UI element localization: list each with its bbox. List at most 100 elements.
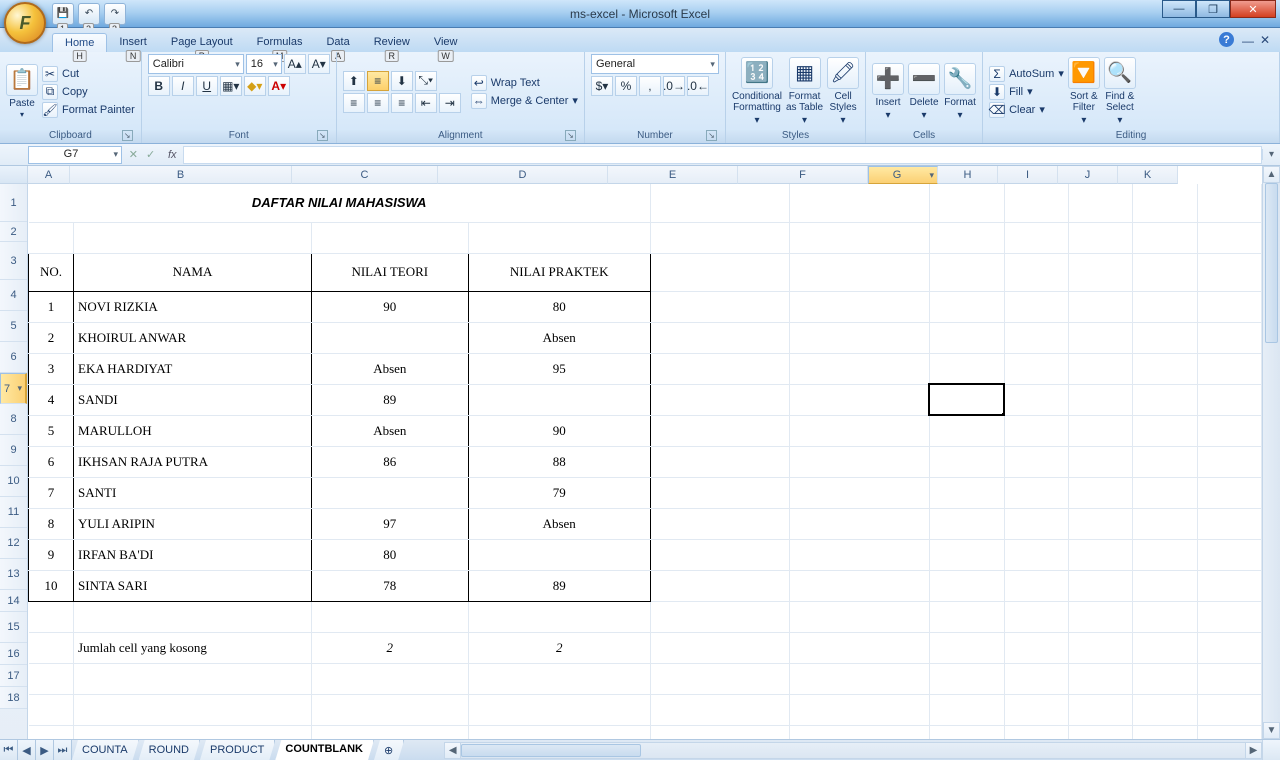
italic-button[interactable]: I [172,76,194,96]
cell[interactable] [650,601,789,632]
cell[interactable] [1068,570,1132,601]
cell[interactable] [312,694,469,725]
cell[interactable] [1197,291,1261,322]
cell[interactable]: 89 [312,384,469,415]
name-box[interactable]: G7 [28,146,122,164]
vscroll-thumb[interactable] [1265,183,1278,343]
cell[interactable]: NILAI TEORI [312,253,469,291]
new-sheet-button[interactable]: ⊕ [374,740,404,760]
cell[interactable] [790,601,929,632]
row-header-4[interactable]: 4 [0,280,27,311]
cell[interactable] [929,384,1004,415]
format-painter-button[interactable]: 🖌Format Painter [42,102,135,118]
row-header-15[interactable]: 15 [0,612,27,643]
cell[interactable] [74,694,312,725]
cell[interactable] [1133,184,1197,222]
align-middle-button[interactable]: ≡ [367,71,389,91]
cell[interactable] [29,222,74,253]
cell[interactable]: 90 [312,291,469,322]
cell[interactable]: SANDI [74,384,312,415]
cell[interactable] [929,508,1004,539]
cell[interactable] [1004,508,1068,539]
column-header-D[interactable]: D [438,166,608,184]
cell[interactable] [929,291,1004,322]
cell[interactable] [650,222,789,253]
cell[interactable] [790,415,929,446]
row-header-17[interactable]: 17 [0,665,27,687]
cell[interactable] [929,184,1004,222]
cell[interactable] [1068,446,1132,477]
tab-page-layout[interactable]: Page LayoutP [159,33,245,52]
cell[interactable] [1197,253,1261,291]
cell[interactable]: SANTI [74,477,312,508]
fill-button[interactable]: ⬇Fill ▾ [989,84,1064,100]
cell[interactable]: KHOIRUL ANWAR [74,322,312,353]
cell[interactable]: 1 [29,291,74,322]
cell[interactable] [1197,508,1261,539]
tab-home[interactable]: HomeH [52,33,107,52]
sheet-tab-counta[interactable]: COUNTA [72,740,139,760]
cell[interactable]: 7 [29,477,74,508]
formula-input[interactable] [183,146,1262,164]
bold-button[interactable]: B [148,76,170,96]
cell[interactable] [929,322,1004,353]
align-center-button[interactable]: ≡ [367,93,389,113]
cell[interactable] [1133,539,1197,570]
insert-cells-button[interactable]: ➕Insert▾ [872,63,904,121]
cell[interactable]: 4 [29,384,74,415]
cell[interactable] [790,446,929,477]
office-button[interactable]: F [4,2,46,44]
cell[interactable] [1068,322,1132,353]
row-header-12[interactable]: 12 [0,528,27,559]
cell[interactable] [1133,291,1197,322]
column-header-B[interactable]: B [70,166,292,184]
cell[interactable]: 8 [29,508,74,539]
sheet-tab-product[interactable]: PRODUCT [200,740,275,760]
cell[interactable] [1133,694,1197,725]
cell[interactable] [1004,222,1068,253]
cancel-formula-icon[interactable]: ✕ [129,148,138,161]
cell[interactable]: 5 [29,415,74,446]
fx-icon[interactable]: fx [168,149,177,161]
grow-font-button[interactable]: A▴ [284,54,306,74]
row-header-8[interactable]: 8 [0,404,27,435]
row-header-16[interactable]: 16 [0,643,27,665]
align-right-button[interactable]: ≡ [391,93,413,113]
row-header-10[interactable]: 10 [0,466,27,497]
cell[interactable] [1004,353,1068,384]
cell[interactable] [29,663,74,694]
cell[interactable] [650,570,789,601]
cell[interactable] [650,184,789,222]
cell[interactable] [1004,663,1068,694]
column-header-F[interactable]: F [738,166,868,184]
cut-button[interactable]: ✂Cut [42,66,135,82]
column-header-G[interactable]: G [868,166,938,184]
cell[interactable]: 89 [468,570,650,601]
sheet-nav-next[interactable]: ▶ [36,740,54,760]
delete-cells-button[interactable]: ➖Delete▾ [908,63,940,121]
qat-undo-icon[interactable]: ↶2 [78,3,100,25]
cell[interactable]: IRFAN BA'DI [74,539,312,570]
cell[interactable] [1068,632,1132,663]
cell[interactable]: 2 [468,632,650,663]
select-all-corner[interactable] [0,166,28,184]
row-header-18[interactable]: 18 [0,687,27,709]
cell[interactable] [74,663,312,694]
cell[interactable] [650,508,789,539]
cell[interactable] [74,725,312,739]
cell[interactable] [1133,384,1197,415]
cell[interactable]: SINTA SARI [74,570,312,601]
help-icon[interactable]: ? [1219,32,1234,47]
cell[interactable] [468,725,650,739]
cell[interactable] [1133,477,1197,508]
shrink-font-button[interactable]: A▾ [308,54,330,74]
cell[interactable]: 9 [29,539,74,570]
cell[interactable] [1068,725,1132,739]
cell[interactable] [650,415,789,446]
copy-button[interactable]: ⧉Copy [42,84,135,100]
cell[interactable] [1004,253,1068,291]
cell[interactable] [1068,384,1132,415]
cell[interactable] [1197,632,1261,663]
cell[interactable] [1004,570,1068,601]
cell[interactable] [1197,477,1261,508]
